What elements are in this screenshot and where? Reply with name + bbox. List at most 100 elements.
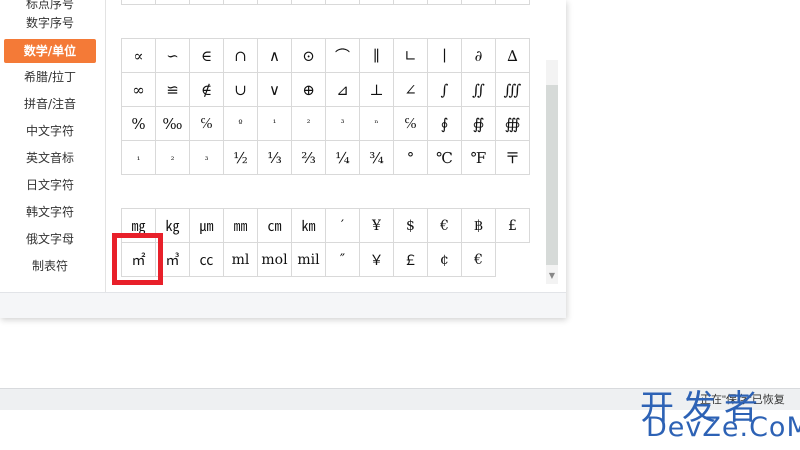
symbol-cell[interactable] [394, 0, 428, 5]
math-symbol-cell[interactable]: ⊥ [360, 73, 394, 107]
math-symbol-cell[interactable]: ∰ [496, 107, 530, 141]
unit-symbol-cell[interactable]: € [462, 243, 496, 277]
symbol-cell[interactable] [258, 0, 292, 5]
math-symbol-cell[interactable]: ∂ [462, 39, 496, 73]
math-symbol-cell[interactable]: ⊙ [292, 39, 326, 73]
math-symbol-cell[interactable]: ½ [224, 141, 258, 175]
math-symbol-cell[interactable]: ∫ [428, 73, 462, 107]
math-symbol-cell[interactable]: ∮ [428, 107, 462, 141]
math-symbol-cell[interactable]: ∟ [394, 39, 428, 73]
math-symbol-cell[interactable]: 〒 [496, 141, 530, 175]
unit-symbol-cell[interactable]: € [428, 209, 462, 243]
unit-symbol-cell-square-meter[interactable]: ㎡ [122, 243, 156, 277]
math-symbol-cell[interactable]: ² [292, 107, 326, 141]
sidebar-item-korean-chars[interactable]: 韩文字符 [4, 200, 96, 224]
sidebar-item-russian-letters[interactable]: 俄文字母 [4, 227, 96, 251]
unit-symbol-cell[interactable]: ㏄ [190, 243, 224, 277]
unit-symbol-cell[interactable]: ㎜ [224, 209, 258, 243]
math-symbol-cell[interactable]: ∞ [122, 73, 156, 107]
math-symbol-cell[interactable]: ₂ [156, 141, 190, 175]
unit-symbol-cell[interactable]: ㎎ [122, 209, 156, 243]
math-symbol-cell[interactable]: ⁿ [360, 107, 394, 141]
symbol-cell[interactable] [190, 0, 224, 5]
math-symbol-cell[interactable]: ∭ [496, 73, 530, 107]
symbol-cell[interactable] [462, 0, 496, 5]
unit-symbol-cell[interactable]: ′ [326, 209, 360, 243]
math-symbol-cell[interactable]: ⅔ [292, 141, 326, 175]
math-symbol-cell[interactable]: ∪ [224, 73, 258, 107]
math-symbol-cell[interactable]: ∽ [156, 39, 190, 73]
unit-symbol-cell[interactable]: ml [224, 243, 258, 277]
math-symbol-cell[interactable]: ∆ [496, 39, 530, 73]
math-symbol-cell[interactable]: ℉ [462, 141, 496, 175]
sidebar-item-english-phonetic[interactable]: 英文音标 [4, 146, 96, 170]
symbol-cell[interactable] [122, 0, 156, 5]
math-symbol-cell[interactable]: ∠ [394, 73, 428, 107]
unit-symbol-cell[interactable]: £ [496, 209, 530, 243]
math-symbol-cell[interactable]: ₁ [122, 141, 156, 175]
sidebar-item-box-drawing[interactable]: 制表符 [4, 254, 96, 278]
scrollbar-thumb[interactable] [546, 85, 558, 265]
unit-symbol-cell[interactable]: mol [258, 243, 292, 277]
math-symbol-cell[interactable]: ⊕ [292, 73, 326, 107]
symbol-cell[interactable] [360, 0, 394, 5]
unit-symbol-cell[interactable]: ㎏ [156, 209, 190, 243]
math-symbol-cell[interactable]: ⊿ [326, 73, 360, 107]
math-symbol-cell[interactable]: ‰ [156, 107, 190, 141]
sidebar-item-chinese-chars[interactable]: 中文字符 [4, 119, 96, 143]
unit-symbol-cell[interactable]: ㎝ [258, 209, 292, 243]
unit-symbol-cell[interactable]: ″ [326, 243, 360, 277]
scroll-down-arrow-icon[interactable]: ▼ [546, 270, 558, 282]
math-symbol-cell[interactable]: ∥ [360, 39, 394, 73]
math-symbol-cell[interactable]: ∈ [190, 39, 224, 73]
symbol-cell[interactable] [428, 0, 462, 5]
math-symbol-cell[interactable]: ∨ [258, 73, 292, 107]
sidebar-item-number-sequence[interactable]: 数字序号 [4, 11, 96, 35]
math-symbol-cell[interactable]: ≌ [156, 73, 190, 107]
math-symbol-cell[interactable]: ³ [326, 107, 360, 141]
math-symbol-cell[interactable]: ∩ [224, 39, 258, 73]
unit-symbol-cell[interactable]: mil [292, 243, 326, 277]
symbol-cell[interactable] [292, 0, 326, 5]
math-symbol-cell[interactable]: ₃ [190, 141, 224, 175]
math-symbol-cell[interactable]: ⅓ [258, 141, 292, 175]
math-symbol-cell[interactable]: ∧ [258, 39, 292, 73]
symbol-cell[interactable] [326, 0, 360, 5]
unit-symbol-cell[interactable]: ￡ [394, 243, 428, 277]
math-symbol-grid: ∝ ∽ ∈ ∩ ∧ ⊙ ⌒ ∥ ∟ ∣ ∂ ∆ ∞ ≌ ∉ ∪ ∨ ⊕ ⊿ ⊥ [121, 38, 530, 175]
unit-symbol-cell[interactable]: ¢ [428, 243, 462, 277]
math-symbol-cell[interactable]: ∬ [462, 73, 496, 107]
math-symbol-cell[interactable]: ∯ [462, 107, 496, 141]
math-symbol-cell[interactable]: ° [394, 141, 428, 175]
watermark-line2: DevZe.CoM [646, 412, 800, 443]
unit-symbol-cell[interactable]: ฿ [462, 209, 496, 243]
math-symbol-cell[interactable]: ∉ [190, 73, 224, 107]
sidebar-item-japanese-chars[interactable]: 日文字符 [4, 173, 96, 197]
math-symbol-cell[interactable]: ¼ [326, 141, 360, 175]
unit-symbol-cell[interactable]: ㎞ [292, 209, 326, 243]
math-symbol-cell[interactable]: º [224, 107, 258, 141]
symbol-dialog: 标点序号 数字序号 数学/单位 希腊/拉丁 拼音/注音 中文字符 英文音标 日文… [0, 0, 566, 318]
sidebar-item-greek-latin[interactable]: 希腊/拉丁 [4, 65, 96, 89]
unit-symbol-cell[interactable]: ¥ [360, 209, 394, 243]
math-symbol-cell[interactable]: % [122, 107, 156, 141]
symbol-cell[interactable] [496, 0, 530, 5]
sidebar-item-math-units[interactable]: 数学/单位 [4, 39, 96, 63]
math-symbol-cell[interactable]: ℅ [394, 107, 428, 141]
math-symbol-cell[interactable]: ¾ [360, 141, 394, 175]
math-symbol-cell[interactable]: ∣ [428, 39, 462, 73]
math-symbol-cell[interactable]: ∝ [122, 39, 156, 73]
unit-symbol-cell[interactable]: $ [394, 209, 428, 243]
symbol-cell[interactable] [224, 0, 258, 5]
unit-symbol-cell[interactable]: ￥ [360, 243, 394, 277]
math-symbol-cell[interactable]: ⌒ [326, 39, 360, 73]
math-symbol-cell[interactable]: ℅ [190, 107, 224, 141]
math-symbol-cell[interactable]: ¹ [258, 107, 292, 141]
sidebar-item-pinyin[interactable]: 拼音/注音 [4, 92, 96, 116]
unit-symbol-cell[interactable]: ㎛ [190, 209, 224, 243]
math-symbol-cell[interactable]: ℃ [428, 141, 462, 175]
page: 标点序号 数字序号 数学/单位 希腊/拉丁 拼音/注音 中文字符 英文音标 日文… [0, 0, 800, 450]
unit-symbol-grid: ㎎ ㎏ ㎛ ㎜ ㎝ ㎞ ′ ¥ $ € ฿ £ ㎡ ㎥ ㏄ ml mol mil… [121, 208, 530, 277]
unit-symbol-cell[interactable]: ㎥ [156, 243, 190, 277]
symbol-cell[interactable] [156, 0, 190, 5]
